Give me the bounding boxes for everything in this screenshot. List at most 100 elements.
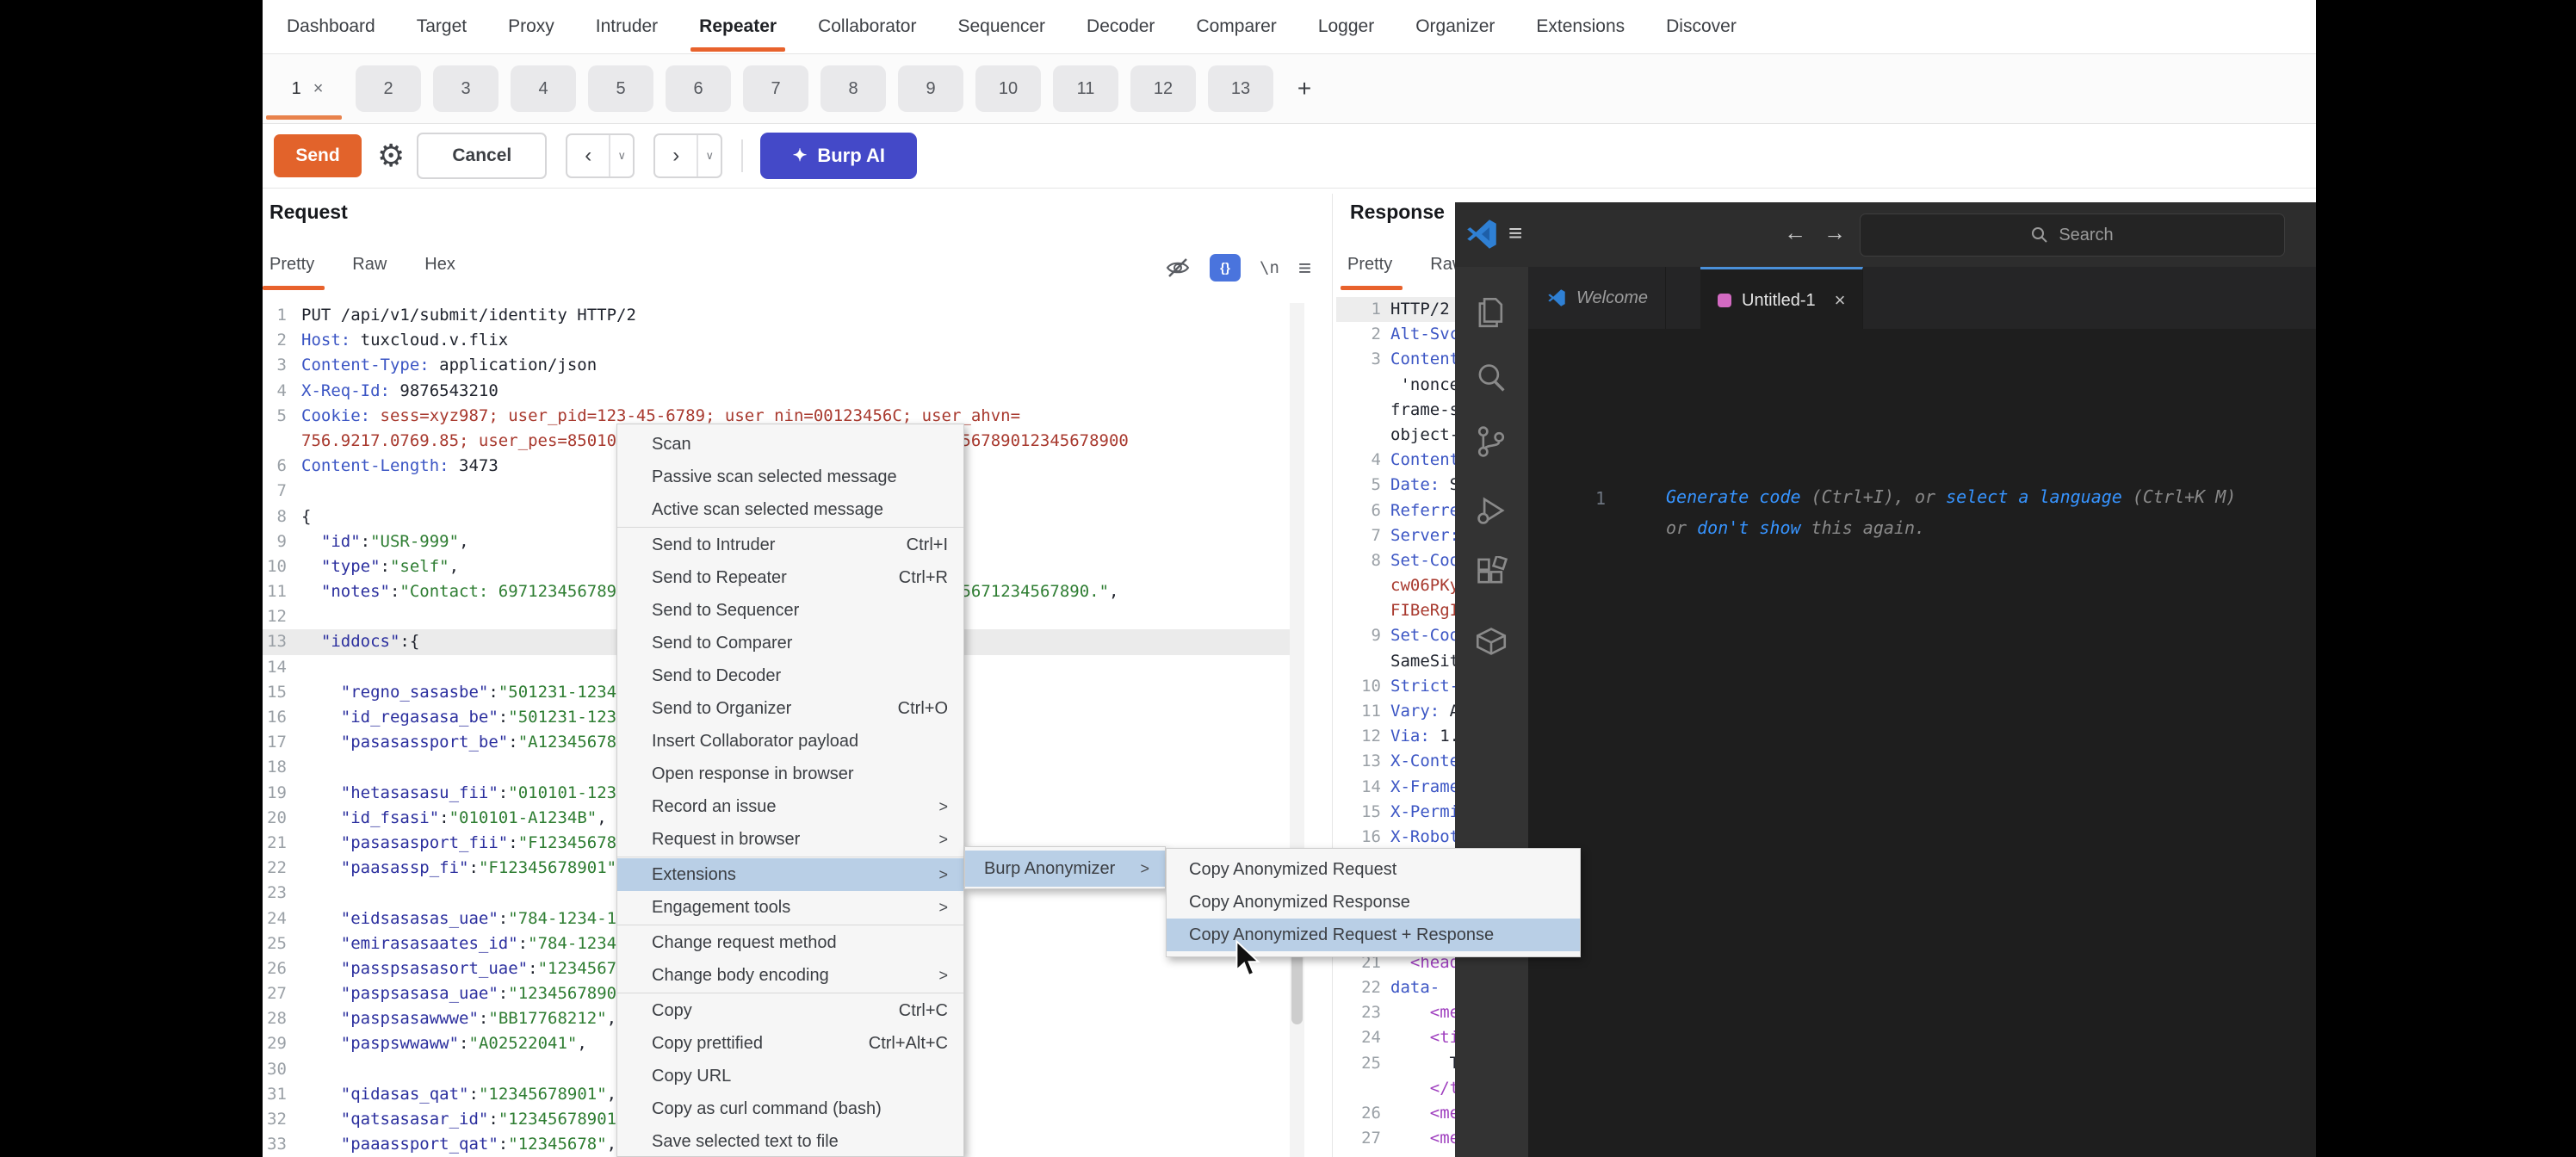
forward-arrow-button[interactable]: › <box>655 135 697 176</box>
explorer-icon[interactable] <box>1473 294 1509 331</box>
menu-item-change-request-method[interactable]: Change request method <box>617 926 963 959</box>
menu-item-engagement-tools[interactable]: Engagement tools> <box>617 891 963 924</box>
menu-item-copy-anonymized-request-response[interactable]: Copy Anonymized Request + Response <box>1167 919 1580 951</box>
menu-item-send-to-intruder[interactable]: Send to IntruderCtrl+I <box>617 529 963 561</box>
request-view-tab-hex[interactable]: Hex <box>424 255 455 283</box>
line-number <box>1336 1076 1381 1101</box>
repeater-tab-1-selected[interactable]: 1× <box>271 65 344 112</box>
main-tab-decoder[interactable]: Decoder <box>1066 0 1175 53</box>
repeater-tab-13[interactable]: 13 <box>1208 65 1273 112</box>
nav-back-icon[interactable]: ← <box>1784 220 1806 246</box>
editor-hint-link[interactable]: Generate code <box>1666 486 1801 507</box>
main-tab-sequencer[interactable]: Sequencer <box>937 0 1066 53</box>
source-control-icon[interactable] <box>1473 424 1509 460</box>
line-number <box>1336 598 1381 623</box>
menu-item-copy-prettified[interactable]: Copy prettifiedCtrl+Alt+C <box>617 1027 963 1060</box>
main-tab-logger[interactable]: Logger <box>1297 0 1395 53</box>
menu-item-send-to-comparer[interactable]: Send to Comparer <box>617 627 963 659</box>
main-tab-organizer[interactable]: Organizer <box>1395 0 1515 53</box>
back-arrow-button[interactable]: ‹ <box>567 135 609 176</box>
repeater-tab-11[interactable]: 11 <box>1053 65 1118 112</box>
burp-ai-button[interactable]: ✦ Burp AI <box>760 133 917 179</box>
mouse-cursor <box>1233 940 1262 978</box>
menu-item-passive-scan-selected-message[interactable]: Passive scan selected message <box>617 461 963 493</box>
menu-item-record-an-issue[interactable]: Record an issue> <box>617 790 963 823</box>
menu-item-copy-anonymized-response[interactable]: Copy Anonymized Response <box>1167 886 1580 919</box>
close-tab-icon[interactable]: × <box>1835 289 1846 312</box>
menu-item-active-scan-selected-message[interactable]: Active scan selected message <box>617 493 963 526</box>
main-tab-repeater[interactable]: Repeater <box>678 0 797 53</box>
main-tab-target[interactable]: Target <box>396 0 487 53</box>
tab-untitled-1[interactable]: Untitled-1 × <box>1700 267 1863 331</box>
repeater-tab-10[interactable]: 10 <box>975 65 1041 112</box>
code-line: 2Host: tuxcloud.v.flix <box>263 328 1290 353</box>
add-repeater-tab-button[interactable]: + <box>1285 65 1323 112</box>
line-number <box>263 429 287 454</box>
response-view-tab-pretty[interactable]: Pretty <box>1347 255 1392 283</box>
menu-item-scan[interactable]: Scan <box>617 428 963 461</box>
menu-item-request-in-browser[interactable]: Request in browser> <box>617 823 963 856</box>
editor-hint-link[interactable]: don't show <box>1697 517 1800 538</box>
repeater-tab-2[interactable]: 2 <box>356 65 421 112</box>
vscode-search-box[interactable]: Search <box>1860 213 2285 257</box>
request-scrollbar[interactable] <box>1290 303 1304 1157</box>
repeater-tab-5[interactable]: 5 <box>588 65 653 112</box>
main-tab-dashboard[interactable]: Dashboard <box>266 0 396 53</box>
menu-item-change-body-encoding[interactable]: Change body encoding> <box>617 959 963 992</box>
nav-forward-icon[interactable]: → <box>1824 220 1846 246</box>
menu-item-copy-anonymized-request[interactable]: Copy Anonymized Request <box>1167 853 1580 886</box>
line-number: 4 <box>1336 448 1381 473</box>
line-number: 29 <box>263 1031 287 1056</box>
repeater-tab-7[interactable]: 7 <box>743 65 808 112</box>
newline-toggle-icon[interactable]: \n <box>1260 258 1279 277</box>
main-tab-discover[interactable]: Discover <box>1645 0 1757 53</box>
editor-hint-link[interactable]: select a language <box>1946 486 2122 507</box>
send-button[interactable]: Send <box>274 134 362 177</box>
pane-divider[interactable] <box>1332 194 1333 1157</box>
line-number: 16 <box>1336 825 1381 850</box>
gear-icon[interactable]: ⚙ <box>377 138 405 174</box>
main-tab-comparer[interactable]: Comparer <box>1175 0 1297 53</box>
close-repeater-tab-icon[interactable]: × <box>313 79 324 99</box>
editor-menu-icon[interactable]: ≡ <box>1298 255 1311 282</box>
menu-item-burp-anonymizer[interactable]: Burp Anonymizer > <box>965 851 1165 887</box>
menu-item-send-to-organizer[interactable]: Send to OrganizerCtrl+O <box>617 692 963 725</box>
vscode-editor[interactable]: 1 Generate code (Ctrl+I), or select a la… <box>1528 329 2316 1157</box>
line-number: 9 <box>1336 623 1381 648</box>
search-sidebar-icon[interactable] <box>1473 360 1509 396</box>
main-tab-collaborator[interactable]: Collaborator <box>797 0 937 53</box>
main-tab-extensions[interactable]: Extensions <box>1515 0 1645 53</box>
line-number: 33 <box>263 1132 287 1157</box>
menu-item-copy[interactable]: CopyCtrl+C <box>617 994 963 1027</box>
repeater-tab-4[interactable]: 4 <box>511 65 576 112</box>
vscode-menu-icon[interactable]: ≡ <box>1508 220 1522 247</box>
cancel-button[interactable]: Cancel <box>417 133 547 179</box>
menu-item-insert-collaborator-payload[interactable]: Insert Collaborator payload <box>617 725 963 758</box>
menu-item-copy-as-curl-command-bash[interactable]: Copy as curl command (bash) <box>617 1092 963 1125</box>
forward-dropdown-caret[interactable]: ∨ <box>697 135 721 176</box>
main-tab-intruder[interactable]: Intruder <box>575 0 678 53</box>
menu-item-copy-url[interactable]: Copy URL <box>617 1060 963 1092</box>
cube-extension-icon[interactable] <box>1473 623 1509 659</box>
menu-item-send-to-decoder[interactable]: Send to Decoder <box>617 659 963 692</box>
json-pretty-toggle-icon[interactable]: {} <box>1210 254 1241 282</box>
repeater-tab-8[interactable]: 8 <box>820 65 886 112</box>
request-view-tab-pretty[interactable]: Pretty <box>269 255 314 283</box>
menu-item-save-selected-text-to-file[interactable]: Save selected text to file <box>617 1125 963 1157</box>
repeater-tab-3[interactable]: 3 <box>433 65 498 112</box>
main-tab-proxy[interactable]: Proxy <box>487 0 575 53</box>
run-debug-icon[interactable] <box>1473 492 1509 529</box>
back-dropdown-caret[interactable]: ∨ <box>609 135 633 176</box>
menu-item-open-response-in-browser[interactable]: Open response in browser <box>617 758 963 790</box>
request-view-tab-raw[interactable]: Raw <box>352 255 387 283</box>
menu-item-extensions[interactable]: Extensions> <box>617 858 963 891</box>
extensions-icon[interactable] <box>1473 556 1509 592</box>
menu-item-send-to-sequencer[interactable]: Send to Sequencer <box>617 594 963 627</box>
hide-eye-icon[interactable] <box>1165 257 1191 279</box>
tab-welcome[interactable]: Welcome <box>1530 267 1666 329</box>
repeater-tab-6[interactable]: 6 <box>666 65 731 112</box>
request-title: Request <box>269 201 348 224</box>
repeater-tab-12[interactable]: 12 <box>1130 65 1196 112</box>
repeater-tab-9[interactable]: 9 <box>898 65 963 112</box>
menu-item-send-to-repeater[interactable]: Send to RepeaterCtrl+R <box>617 561 963 594</box>
